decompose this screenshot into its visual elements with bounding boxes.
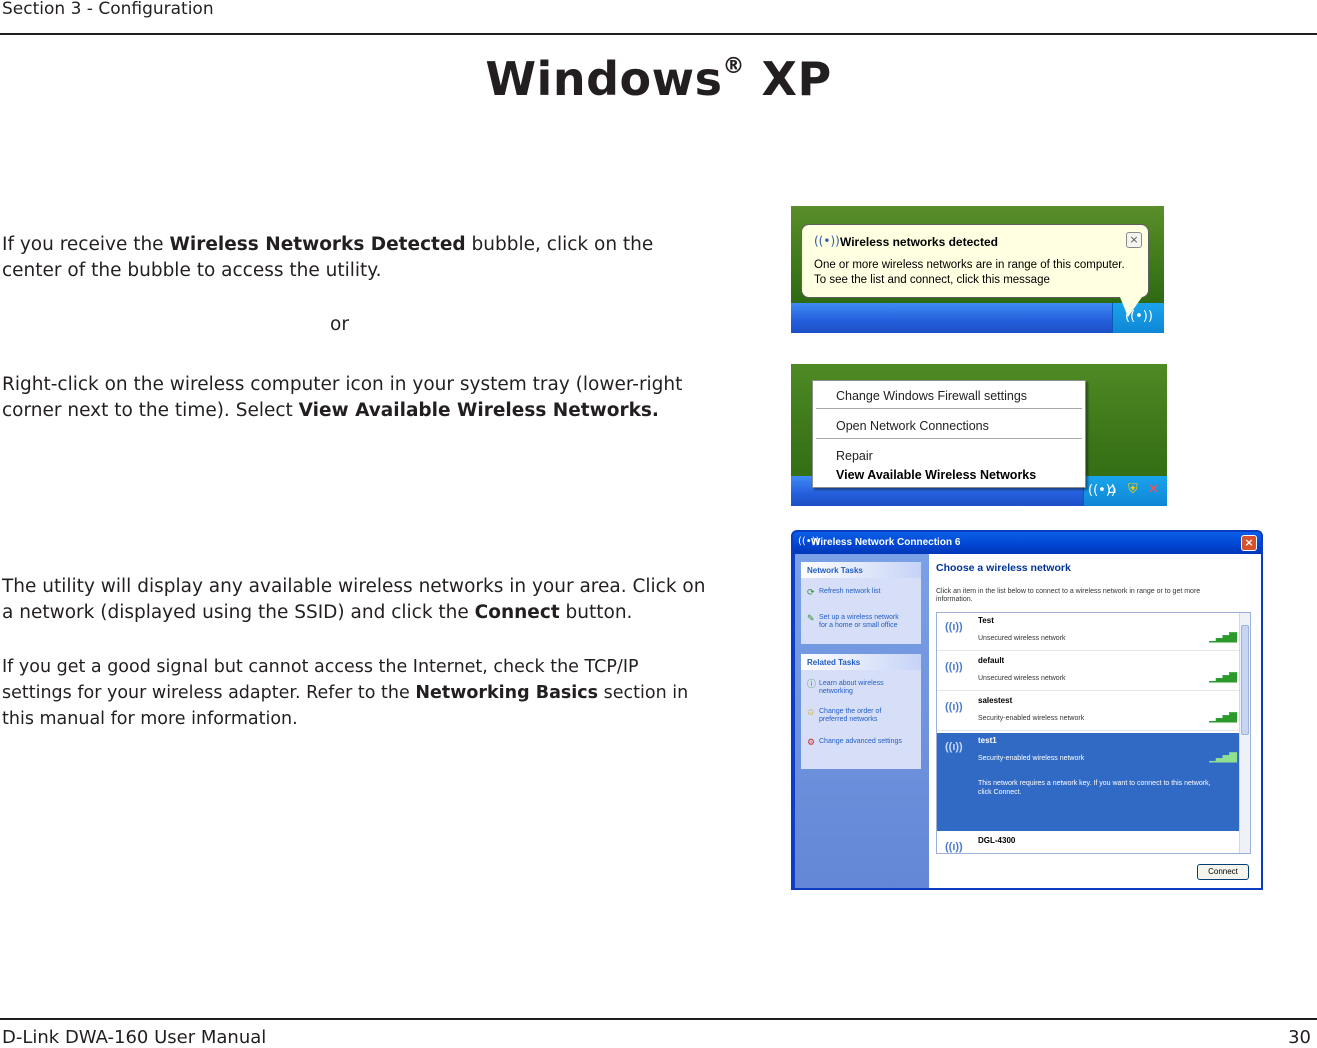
paragraph-tcpip: If you get a good signal but cannot acce… [2,654,712,732]
tray-context-menu: Change Windows Firewall settings Open Ne… [812,380,1086,488]
antenna-icon: ((ı)) [945,661,963,673]
scrollbar-thumb[interactable] [1241,625,1249,735]
p1-bold: Wireless Networks Detected [169,234,466,255]
footer-manual-title: D-Link DWA-160 User Manual [2,1027,267,1048]
balloon-line-2: To see the list and connect, click this … [814,274,1050,286]
taskbar [791,303,1164,333]
network-name: DGL-4300 [978,836,1016,845]
help-icon: ⓘ [807,679,817,689]
antenna-icon: ((ı)) [945,741,963,753]
network-tasks-header: Network Tasks [801,562,921,578]
wireless-icon: ((•)) [814,234,840,248]
choose-network-heading: Choose a wireless network [936,562,1071,574]
star-icon: ✩ [807,707,815,717]
task-pane: Network Tasks ⟳ Refresh network list ✎ Set… [795,554,929,888]
balloon-message: One or more wireless networks are in ran… [814,258,1125,288]
setup-icon: ✎ [807,613,815,623]
balloon-line-1: One or more wireless networks are in ran… [814,259,1125,271]
paragraph-utility: The utility will display any available w… [2,574,712,626]
dialog-titlebar[interactable]: ((•)) Wireless Network Connection 6 × [793,532,1261,554]
balloon-tail [1120,297,1142,317]
registered-mark: ® [722,54,745,79]
choose-network-description: Click an item in the list below to conne… [936,588,1201,603]
refresh-icon: ⟳ [807,587,815,597]
menu-item-open-connections[interactable]: Open Network Connections [836,419,989,433]
task-change-order[interactable]: ✩ Change the order of preferred networks [807,708,907,724]
task-advanced[interactable]: ⚙ Change advanced settings [807,737,907,747]
title-suffix: XP [761,52,832,106]
list-item[interactable]: ((ı)) default Unsecured wireless network… [937,653,1240,691]
close-icon[interactable]: × [1241,535,1257,551]
antenna-icon: ((ı)) [945,701,963,713]
p4-bold: Networking Basics [415,683,599,703]
paragraph-bubble: If you receive the Wireless Networks Det… [2,232,712,284]
network-error-icon[interactable]: ✕ [1148,482,1159,497]
paragraph-right-click: Right-click on the wireless computer ico… [2,372,712,424]
p2-bold: View Available Wireless Networks. [298,400,659,421]
page-title: Windows® XP [0,52,1317,106]
task-setup-network[interactable]: ✎ Set up a wireless network for a home or… [807,614,907,630]
antenna-icon: ((ı)) [945,841,963,853]
title-main: Windows [485,52,723,106]
network-status: Unsecured wireless network [978,635,1066,642]
page-number: 30 [1288,1027,1311,1048]
antenna-icon: ((ı)) [945,621,963,633]
system-tray: ((•)) ⌂ ⛨ ✕ [1083,476,1167,506]
list-item[interactable]: ((ı)) Test Unsecured wireless network ▁▃… [937,613,1240,651]
network-tasks-box: Network Tasks ⟳ Refresh network list ✎ Set… [801,562,921,644]
or-label: or [330,314,349,335]
task-learn[interactable]: ⓘ Learn about wireless networking [807,680,907,696]
connect-button[interactable]: Connect [1197,864,1249,880]
screenshot-wireless-dialog: ((•)) Wireless Network Connection 6 × Ne… [791,530,1263,890]
related-tasks-header: Related Tasks [801,654,921,670]
p3-bold: Connect [474,602,560,623]
dialog-title: Wireless Network Connection 6 [811,537,961,548]
menu-separator [816,438,1082,439]
p1-text-pre: If you receive the [2,234,170,255]
network-name: salestest [978,696,1013,705]
network-key-message: This network requires a network key. If … [978,780,1211,796]
network-name: default [978,656,1005,665]
signal-bars-icon: ▁▃▅▇ [1209,632,1237,643]
menu-item-repair[interactable]: Repair [836,449,873,463]
home-icon[interactable]: ⌂ [1108,482,1116,497]
menu-separator [816,408,1082,409]
section-header: Section 3 - Configuration [2,0,214,19]
p3-text-post: button. [559,602,633,623]
bottom-rule [0,1018,1317,1020]
network-name: test1 [978,736,997,745]
wireless-detected-balloon[interactable]: ((•)) Wireless networks detected × One o… [801,224,1149,317]
balloon-title: Wireless networks detected [840,235,998,249]
list-scrollbar[interactable] [1239,613,1250,853]
security-shield-icon[interactable]: ⛨ [1128,482,1138,497]
signal-bars-icon: ▁▃▅▇ [1209,712,1237,723]
network-name: Test [978,616,994,625]
related-tasks-box: Related Tasks ⓘ Learn about wireless netw… [801,654,921,769]
top-rule [0,33,1317,35]
task-refresh[interactable]: ⟳ Refresh network list [807,587,907,597]
network-status: Unsecured wireless network [978,675,1066,682]
screenshot-balloon: ((•)) ((•)) Wireless networks detected ×… [791,206,1164,333]
list-item[interactable]: ((ı)) salestest Security-enabled wireles… [937,693,1240,731]
screenshot-context-menu: ((•)) ⌂ ⛨ ✕ Change Windows Firewall sett… [791,364,1167,506]
list-item-selected[interactable]: ((ı)) test1 Security-enabled wireless ne… [937,733,1240,831]
signal-bars-icon: ▁▃▅▇ [1209,672,1237,683]
network-list: ((ı)) Test Unsecured wireless network ▁▃… [936,612,1251,854]
settings-icon: ⚙ [807,737,816,747]
menu-item-firewall[interactable]: Change Windows Firewall settings [836,389,1027,403]
signal-bars-icon: ▁▃▅▇ [1209,752,1237,763]
menu-item-view-networks[interactable]: View Available Wireless Networks [836,468,1036,482]
network-pane: Choose a wireless network Click an item … [929,554,1261,888]
close-icon[interactable]: × [1126,232,1142,248]
network-status: Security-enabled wireless network [978,715,1085,722]
list-item[interactable]: ((ı)) DGL-4300 [937,833,1240,853]
network-status: Security-enabled wireless network [978,755,1085,762]
